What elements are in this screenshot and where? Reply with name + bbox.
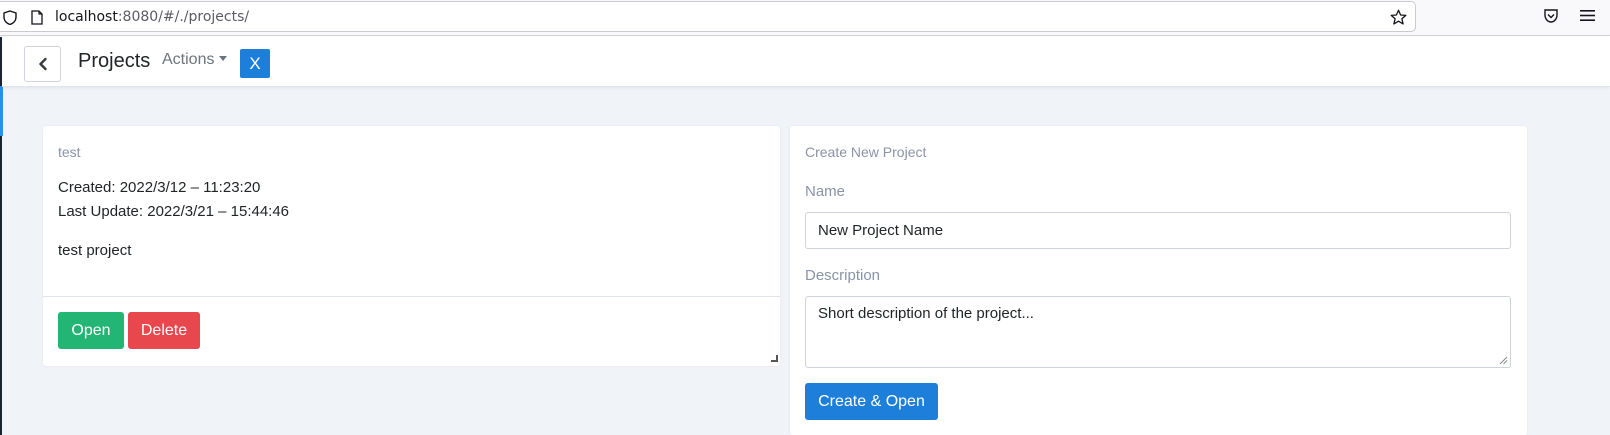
actions-dropdown[interactable]: Actions	[162, 51, 228, 69]
description-label: Description	[805, 267, 881, 284]
chevron-left-icon	[38, 57, 47, 71]
project-name-input[interactable]: New Project Name	[805, 212, 1511, 249]
project-description: test project	[58, 242, 132, 259]
create-and-open-button[interactable]: Create & Open	[805, 383, 938, 420]
pocket-icon[interactable]	[1543, 8, 1559, 24]
project-description-textarea[interactable]: Short description of the project...	[805, 296, 1511, 368]
name-label: Name	[805, 183, 846, 200]
description-text: Short description of the project...	[818, 305, 1034, 322]
url-path: :8080/#/./projects/	[117, 9, 250, 25]
shield-icon[interactable]	[3, 10, 17, 25]
back-button[interactable]	[24, 46, 61, 82]
sidebar-accent	[0, 86, 3, 136]
create-card-title: Create New Project	[805, 144, 927, 160]
caret-down-icon	[219, 56, 228, 61]
project-card: test Created: 2022/3/12 – 11:23:20 Last …	[43, 126, 780, 366]
page-title: Projects	[78, 50, 151, 72]
page-icon	[31, 10, 43, 25]
project-created: Created: 2022/3/12 – 11:23:20	[58, 179, 261, 196]
browser-toolbar: localhost:8080/#/./projects/	[0, 0, 1610, 36]
create-project-card: Create New Project Name New Project Name…	[790, 126, 1527, 435]
textarea-resize-icon[interactable]	[1499, 356, 1508, 365]
url-host: localhost	[55, 9, 118, 25]
hamburger-menu-icon[interactable]	[1580, 9, 1595, 22]
resize-handle-icon[interactable]	[771, 355, 778, 362]
close-button[interactable]: X	[240, 49, 270, 78]
project-updated: Last Update: 2022/3/21 – 15:44:46	[58, 203, 290, 220]
top-navbar: Projects Actions X	[2, 37, 1610, 87]
delete-button[interactable]: Delete	[128, 312, 200, 349]
bookmark-star-icon[interactable]	[1390, 9, 1407, 26]
project-name: test	[58, 144, 81, 160]
address-bar[interactable]: localhost:8080/#/./projects/	[0, 1, 1416, 32]
url-text[interactable]: localhost:8080/#/./projects/	[55, 9, 249, 25]
open-button[interactable]: Open	[58, 312, 124, 349]
card-divider	[43, 296, 780, 297]
app-container: Projects Actions X test Created: 2022/3/…	[0, 37, 1610, 435]
actions-label: Actions	[162, 51, 215, 68]
